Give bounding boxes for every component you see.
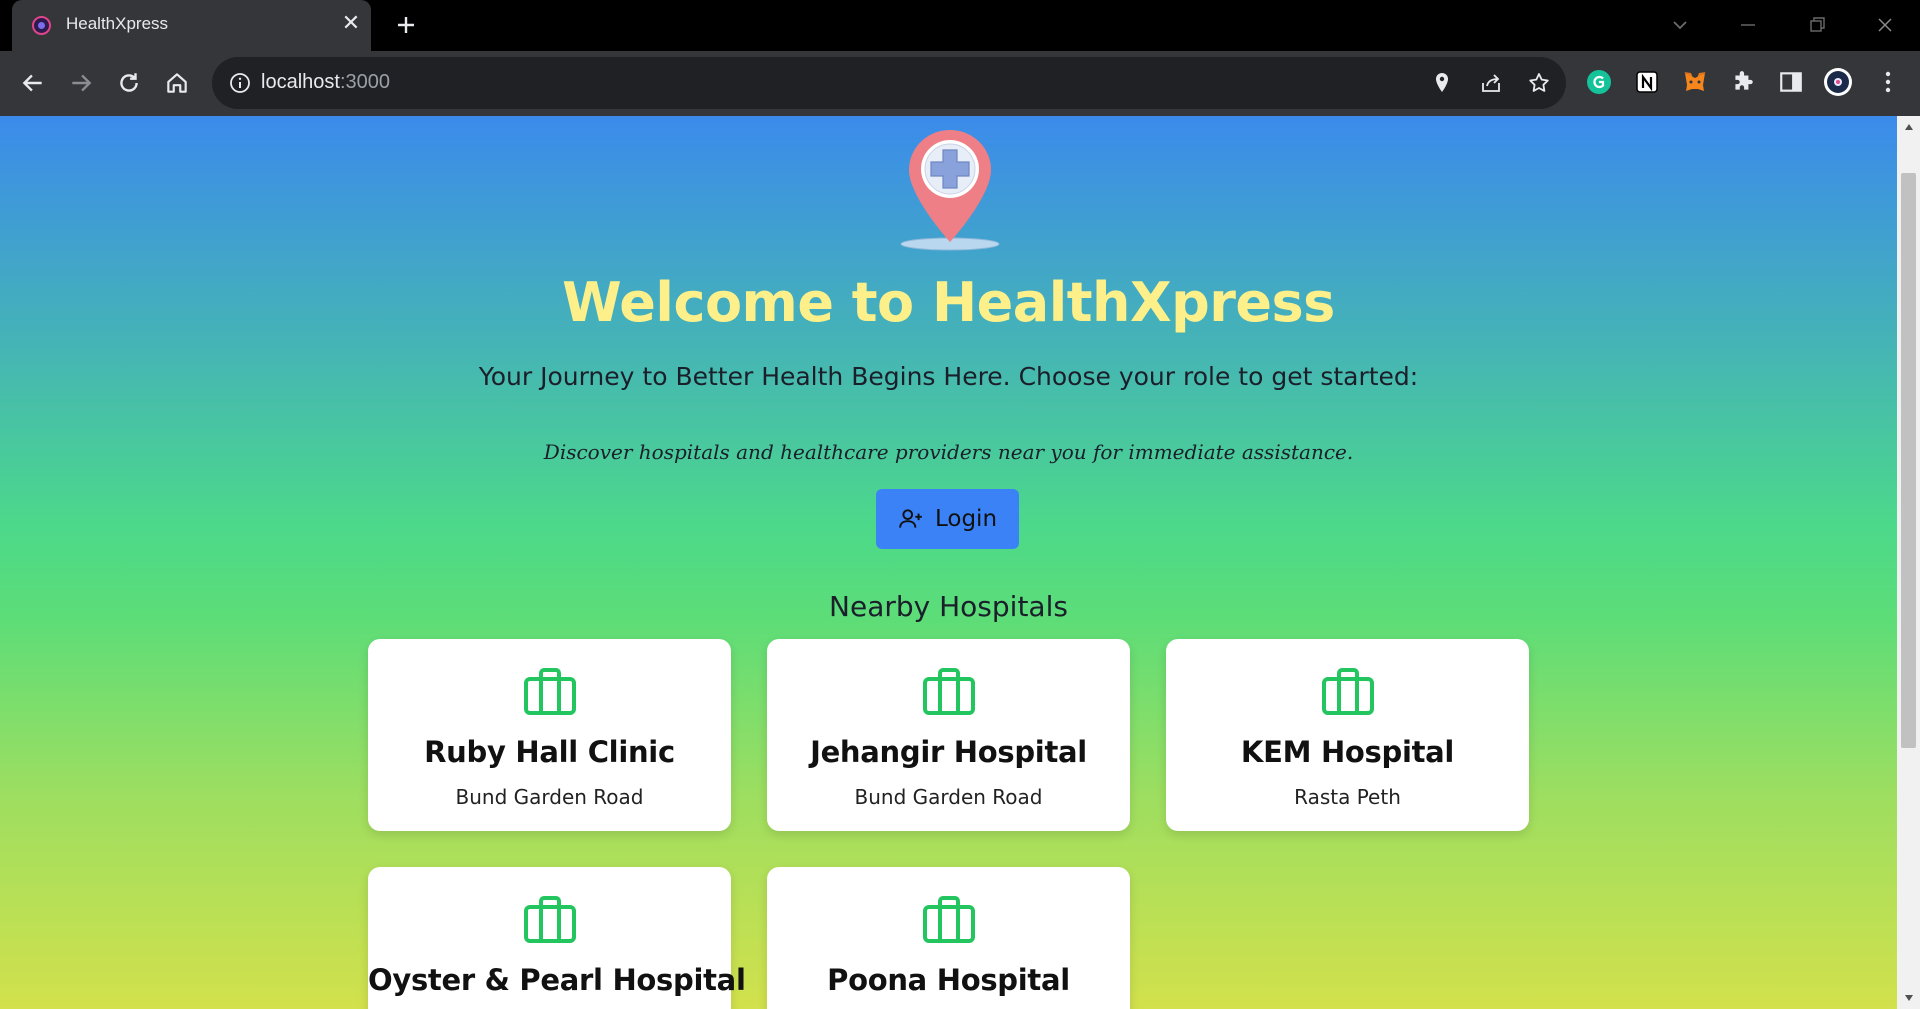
- plus-icon: [398, 17, 414, 33]
- restore-button[interactable]: [1802, 10, 1832, 40]
- location-button[interactable]: [1428, 69, 1456, 97]
- url-port: :3000: [339, 71, 390, 93]
- page-title: Welcome to HealthXpress: [562, 271, 1335, 334]
- profile-button[interactable]: [1822, 66, 1854, 98]
- minimize-button[interactable]: [1733, 10, 1763, 40]
- url-host: localhost: [261, 71, 340, 93]
- browser-tab-strip: HealthXpress ✕: [0, 0, 1920, 51]
- share-icon: [1482, 74, 1500, 92]
- minimize-icon: [1741, 24, 1755, 26]
- side-panel-icon: [1780, 72, 1802, 92]
- user-plus-icon: [899, 509, 922, 528]
- chrome-menu-button[interactable]: [1872, 66, 1904, 98]
- grammarly-extension[interactable]: [1583, 66, 1615, 98]
- hospital-name: Jehangir Hospital: [810, 735, 1087, 769]
- briefcase-icon: [923, 668, 975, 715]
- kebab-menu-icon: [1885, 71, 1891, 93]
- reload-button[interactable]: [110, 64, 148, 102]
- briefcase-icon: [923, 896, 975, 943]
- briefcase-icon: [524, 896, 576, 943]
- site-info-icon[interactable]: [228, 71, 252, 95]
- browser-tab[interactable]: HealthXpress ✕: [12, 0, 371, 51]
- forward-button[interactable]: [62, 64, 100, 102]
- puzzle-icon: [1735, 71, 1753, 90]
- chevron-down-icon: [1673, 21, 1687, 30]
- page-tagline: Discover hospitals and healthcare provid…: [543, 440, 1354, 464]
- briefcase-icon: [1322, 668, 1374, 715]
- restore-icon: [1810, 17, 1825, 32]
- scroll-thumb[interactable]: [1901, 173, 1916, 748]
- hospital-name: KEM Hospital: [1240, 735, 1455, 769]
- hospital-address: Bund Garden Road: [854, 785, 1043, 809]
- page-viewport: Welcome to HealthXpress Your Journey to …: [0, 116, 1897, 1009]
- back-button[interactable]: [14, 64, 52, 102]
- page-subtitle: Your Journey to Better Health Begins Her…: [478, 362, 1419, 391]
- extensions-button[interactable]: [1727, 66, 1759, 98]
- healthxpress-favicon-icon: [32, 16, 51, 35]
- hospital-card[interactable]: Oyster & Pearl Hospital: [368, 867, 746, 1009]
- hospital-card[interactable]: Poona Hospital: [767, 867, 1130, 1009]
- profile-avatar-icon: [1824, 68, 1852, 96]
- hospital-card[interactable]: KEM Hospital Rasta Peth: [1166, 639, 1529, 831]
- share-button[interactable]: [1477, 69, 1505, 97]
- hospital-name: Ruby Hall Clinic: [424, 735, 675, 769]
- nearby-hospitals-heading: Nearby Hospitals: [829, 590, 1068, 623]
- login-label: Login: [934, 506, 998, 532]
- side-panel-button[interactable]: [1775, 66, 1807, 98]
- notion-extension[interactable]: [1631, 66, 1663, 98]
- login-button[interactable]: Login: [876, 489, 1019, 549]
- page-scrollbar[interactable]: [1897, 116, 1920, 1009]
- home-icon: [167, 73, 187, 93]
- close-window-button[interactable]: [1870, 10, 1900, 40]
- tab-close-icon[interactable]: ✕: [338, 11, 364, 37]
- scroll-up-button[interactable]: [1897, 116, 1920, 138]
- home-button[interactable]: [158, 64, 196, 102]
- new-tab-button[interactable]: [390, 9, 422, 41]
- briefcase-icon: [524, 668, 576, 715]
- triangle-down-icon: [1904, 995, 1913, 1001]
- metamask-extension[interactable]: [1679, 66, 1711, 98]
- location-pin-icon: [1436, 73, 1448, 92]
- browser-toolbar: localhost:3000: [0, 51, 1920, 116]
- hospital-address: Rasta Peth: [1294, 785, 1401, 809]
- close-icon: [1878, 18, 1892, 32]
- map-pin-medical-cross-logo-icon: [900, 130, 1000, 251]
- grammarly-icon: [1587, 70, 1611, 94]
- hospital-name: Poona Hospital: [827, 963, 1070, 997]
- star-icon: [1529, 73, 1549, 92]
- address-url: localhost:3000: [261, 71, 390, 94]
- forward-arrow-icon: [72, 74, 92, 92]
- tab-title: HealthXpress: [66, 14, 169, 33]
- hospital-address: Bund Garden Road: [455, 785, 644, 809]
- scroll-down-button[interactable]: [1897, 987, 1920, 1009]
- bookmark-button[interactable]: [1525, 69, 1553, 97]
- triangle-up-icon: [1904, 124, 1913, 130]
- reload-icon: [120, 73, 138, 92]
- hospital-card[interactable]: Jehangir Hospital Bund Garden Road: [767, 639, 1130, 831]
- metamask-icon: [1684, 72, 1706, 91]
- hospital-card[interactable]: Ruby Hall Clinic Bund Garden Road: [368, 639, 731, 831]
- back-arrow-icon: [22, 74, 42, 92]
- notion-icon: [1636, 71, 1658, 93]
- tab-search-button[interactable]: [1665, 10, 1695, 40]
- hospital-name: Oyster & Pearl Hospital: [368, 963, 746, 997]
- address-bar[interactable]: localhost:3000: [212, 57, 1566, 109]
